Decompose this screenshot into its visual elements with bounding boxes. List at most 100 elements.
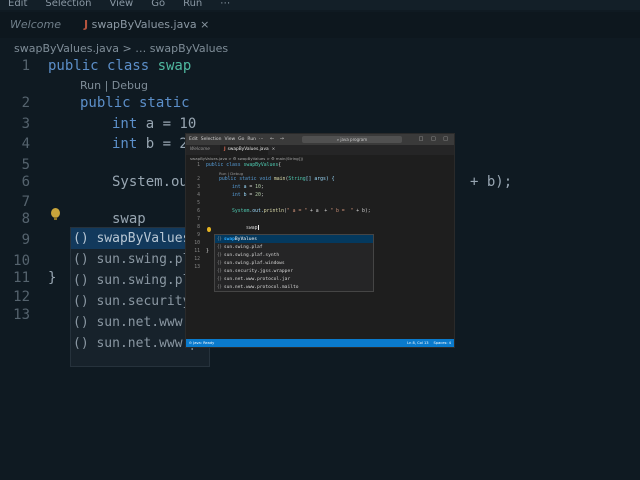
- closing-brace: }: [206, 249, 209, 254]
- suggestion-icon: {}: [217, 244, 222, 249]
- concat-expr: + a +: [307, 209, 331, 214]
- typed-text: swap: [246, 226, 258, 232]
- suggestion-item[interactable]: {} sun.security.jgss.wrapper: [215, 267, 373, 275]
- bg-line-number: 10: [13, 253, 30, 269]
- menu-view[interactable]: View: [224, 134, 235, 145]
- line-number: 1: [197, 163, 200, 168]
- bg-suggestion-icon: (): [73, 294, 89, 309]
- bg-line-number: 13: [13, 307, 30, 323]
- suggestion-icon: {}: [217, 284, 222, 289]
- editor-window: Edit Selection View Go Run ⋯ ← → ⌕ java progr…: [186, 134, 454, 347]
- menu-selection[interactable]: Selection: [201, 134, 222, 145]
- suggestion-label: sun.net.www.protocol.mailto: [223, 285, 299, 290]
- status-right: Ln 8, Col 13 Spaces: 4: [402, 339, 451, 347]
- bg-line-number: 5: [21, 157, 30, 173]
- layout-controls-icon[interactable]: □ □ □: [419, 134, 451, 145]
- bg-closing-brace: }: [48, 270, 57, 286]
- bg-line-number: 9: [21, 232, 30, 248]
- bg-line-number: 12: [13, 289, 30, 305]
- suggestion-icon: {}: [217, 260, 222, 265]
- menu-go[interactable]: Go: [238, 134, 244, 145]
- suggestion-label: sun.security.jgss.wrapper: [223, 269, 293, 274]
- bg-code-line-6: System.out: [112, 174, 197, 190]
- bg-menu-run[interactable]: Run: [183, 0, 202, 9]
- tab-welcome[interactable]: Welcome: [186, 145, 220, 155]
- bg-code-line-2: public static: [80, 95, 190, 111]
- line-number: 4: [197, 193, 200, 198]
- kw-int: int: [232, 193, 244, 198]
- operator: =: [246, 185, 256, 190]
- brace-open: {: [278, 163, 282, 168]
- suggestion-label: sun.net.www.protocol.jar: [223, 277, 291, 282]
- bg-menu-view[interactable]: View: [109, 0, 133, 9]
- nav-arrows-icon[interactable]: ← →: [270, 134, 286, 145]
- bg-suggestion-icon: (): [73, 273, 89, 288]
- bg-tab-welcome-label: Welcome: [10, 18, 61, 31]
- code-line-6: System.out.println(" a = " + a + " b = "…: [232, 209, 371, 214]
- line-number: 8: [197, 225, 200, 230]
- kw-public-static-void: public static void: [219, 177, 274, 182]
- breadcrumb[interactable]: swapByValues.java > ⚙ swapByValues > ⚙ m…: [190, 156, 303, 161]
- bg-menu-go[interactable]: Go: [151, 0, 165, 9]
- bg-tab-close-icon[interactable]: ×: [200, 18, 209, 31]
- bg-tab-bar: Welcome J swapByValues.java ×: [0, 12, 640, 38]
- tab-swapbyvalues[interactable]: JswapByValues.java ×: [220, 145, 275, 155]
- bg-suggestion-label: sun.net.www.p: [96, 315, 199, 330]
- menu-run[interactable]: Run: [247, 134, 256, 145]
- suggestion-label: sun.swing.plaf.synth: [223, 253, 280, 258]
- suggestion-item[interactable]: {} sun.net.www.protocol.mailto: [215, 283, 373, 291]
- tab-welcome-label: Welcome: [190, 147, 210, 152]
- code-line-2: public static void main(String[] args) {: [219, 177, 335, 182]
- status-java-ready[interactable]: ⊙ Java: Ready: [189, 339, 214, 347]
- tab-close-icon[interactable]: ×: [272, 147, 276, 152]
- line-number: 10: [194, 241, 200, 246]
- line-number: 7: [197, 217, 200, 222]
- string-literal: " a = ": [286, 209, 308, 214]
- bg-suggestion-label: sun.swing.pla: [96, 273, 199, 288]
- suggestion-icon: {}: [217, 276, 222, 281]
- bg-breadcrumb: swapByValues.java > … swapByValues: [14, 42, 229, 55]
- field-out: .out.: [249, 209, 264, 214]
- bg-codelens[interactable]: Run | Debug: [80, 79, 148, 92]
- bg-tab-file-label: swapByValues.java: [91, 18, 197, 31]
- bg-menubar: Edit Selection View Go Run ⋯: [0, 0, 640, 10]
- bg-menu-selection[interactable]: Selection: [45, 0, 91, 9]
- title-bar: Edit Selection View Go Run ⋯ ← → ⌕ java progr…: [186, 134, 454, 145]
- status-cursor-position[interactable]: Ln 8, Col 13: [407, 341, 428, 345]
- bg-tab-swapbyvalues[interactable]: J swapByValues.java ×: [84, 12, 209, 38]
- bg-line-number: 6: [21, 174, 30, 190]
- menu-more[interactable]: ⋯: [259, 134, 264, 145]
- bg-menu-more[interactable]: ⋯: [220, 0, 230, 9]
- class-name: swapByValues: [243, 163, 279, 168]
- bg-kw-int: int: [112, 116, 146, 132]
- kw-int: int: [232, 185, 244, 190]
- status-indentation[interactable]: Spaces: 4: [434, 341, 451, 345]
- bg-suggestion-label: sun.swing.pla: [96, 252, 199, 267]
- bg-line-number: 1: [21, 58, 30, 74]
- bg-code-line-4: int b = 2: [112, 136, 188, 152]
- bg-line-number: 4: [21, 136, 30, 152]
- suggestion-label: sun.swing.plaf: [223, 245, 263, 250]
- code-line-4: int b = 20;: [232, 193, 264, 198]
- suggestion-item[interactable]: {} sun.net.www.protocol.jar: [215, 275, 373, 283]
- suggestion-label: ByValues: [234, 237, 258, 242]
- suggestion-item[interactable]: {} swapByValues: [215, 235, 373, 243]
- method-println: println: [263, 209, 284, 214]
- bg-lightbulb-icon[interactable]: [51, 208, 60, 220]
- string-literal: " b = ": [330, 209, 354, 214]
- bg-tab-welcome[interactable]: Welcome: [10, 12, 61, 38]
- bg-suggestion-icon: (): [73, 252, 89, 267]
- suggestion-item[interactable]: {} sun.swing.plaf: [215, 243, 373, 251]
- semicolon: ;: [260, 193, 264, 198]
- java-file-icon: J: [224, 147, 226, 152]
- concat-expr: + b);: [353, 209, 371, 214]
- suggestion-item[interactable]: {} sun.swing.plaf.synth: [215, 251, 373, 259]
- suggestion-item[interactable]: {} sun.swing.plaf.windows: [215, 259, 373, 267]
- menu-edit[interactable]: Edit: [189, 134, 198, 145]
- lightbulb-icon[interactable]: [207, 227, 211, 232]
- command-center-search[interactable]: ⌕ java program: [302, 136, 402, 143]
- codelens-run-debug[interactable]: Run | Debug: [219, 171, 243, 176]
- bg-line-number: 11: [13, 270, 30, 286]
- status-bar: ⊙ Java: Ready Ln 8, Col 13 Spaces: 4: [186, 339, 454, 347]
- bg-menu-edit[interactable]: Edit: [8, 0, 27, 9]
